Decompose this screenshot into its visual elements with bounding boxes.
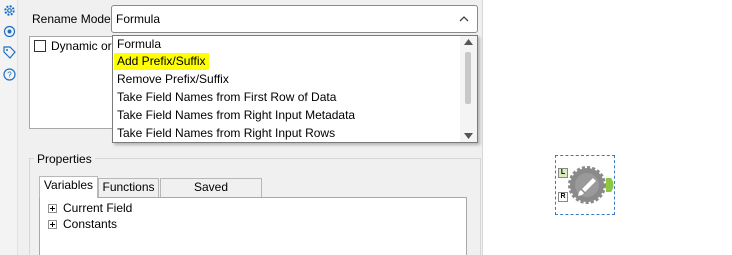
- properties-label: Properties: [34, 152, 95, 166]
- dropdown-scrollbar[interactable]: [460, 36, 477, 142]
- tab-functions[interactable]: Functions: [98, 178, 159, 197]
- field-list: Dynamic or U: [29, 36, 119, 129]
- tab-saved-expressions[interactable]: Saved Expressions: [160, 178, 262, 211]
- tree-node-constants[interactable]: Constants: [48, 216, 117, 232]
- scroll-up-arrow-icon[interactable]: [464, 39, 473, 45]
- rename-mode-dropdown-list: Formula Add Prefix/Suffix Remove Prefix/…: [112, 35, 478, 143]
- output-anchor[interactable]: [606, 178, 616, 192]
- dropdown-option-remove-prefix-suffix[interactable]: Remove Prefix/Suffix: [114, 71, 232, 88]
- variables-tree: Current Field Constants: [39, 197, 467, 255]
- dropdown-option-first-row[interactable]: Take Field Names from First Row of Data: [114, 89, 339, 106]
- tree-node-current-field[interactable]: Current Field: [48, 200, 132, 216]
- dynamic-rename-tool[interactable]: L R: [555, 155, 615, 215]
- help-icon[interactable]: ?: [2, 67, 16, 81]
- svg-text:?: ?: [7, 70, 12, 79]
- tool-icon-bar: ?: [0, 0, 18, 255]
- gear-icon[interactable]: [2, 3, 16, 17]
- rename-mode-select[interactable]: Formula: [111, 5, 478, 33]
- rename-mode-label: Rename Mode:: [32, 12, 115, 26]
- expand-plus-icon[interactable]: [48, 219, 57, 229]
- dropdown-option-right-input-metadata[interactable]: Take Field Names from Right Input Metada…: [114, 107, 358, 124]
- scroll-down-arrow-icon[interactable]: [464, 133, 473, 139]
- dynamic-checkbox[interactable]: [34, 40, 46, 52]
- tree-node-label: Current Field: [63, 201, 133, 215]
- dynamic-option-label: Dynamic or U: [51, 39, 117, 53]
- rename-mode-value: Formula: [116, 12, 161, 26]
- dropdown-option-right-input-rows[interactable]: Take Field Names from Right Input Rows: [114, 125, 338, 142]
- tag-icon[interactable]: [2, 45, 16, 59]
- chevron-up-icon[interactable]: [457, 12, 471, 26]
- expand-plus-icon[interactable]: [48, 203, 57, 213]
- tab-variables[interactable]: Variables: [39, 176, 98, 198]
- rename-gear-icon: [568, 166, 606, 204]
- scroll-thumb[interactable]: [465, 52, 471, 104]
- dropdown-option-add-prefix-suffix[interactable]: Add Prefix/Suffix: [114, 53, 209, 70]
- tool-settings-icon[interactable]: [2, 24, 16, 38]
- dropdown-option-formula[interactable]: Formula: [114, 36, 164, 53]
- tree-node-label: Constants: [63, 217, 118, 231]
